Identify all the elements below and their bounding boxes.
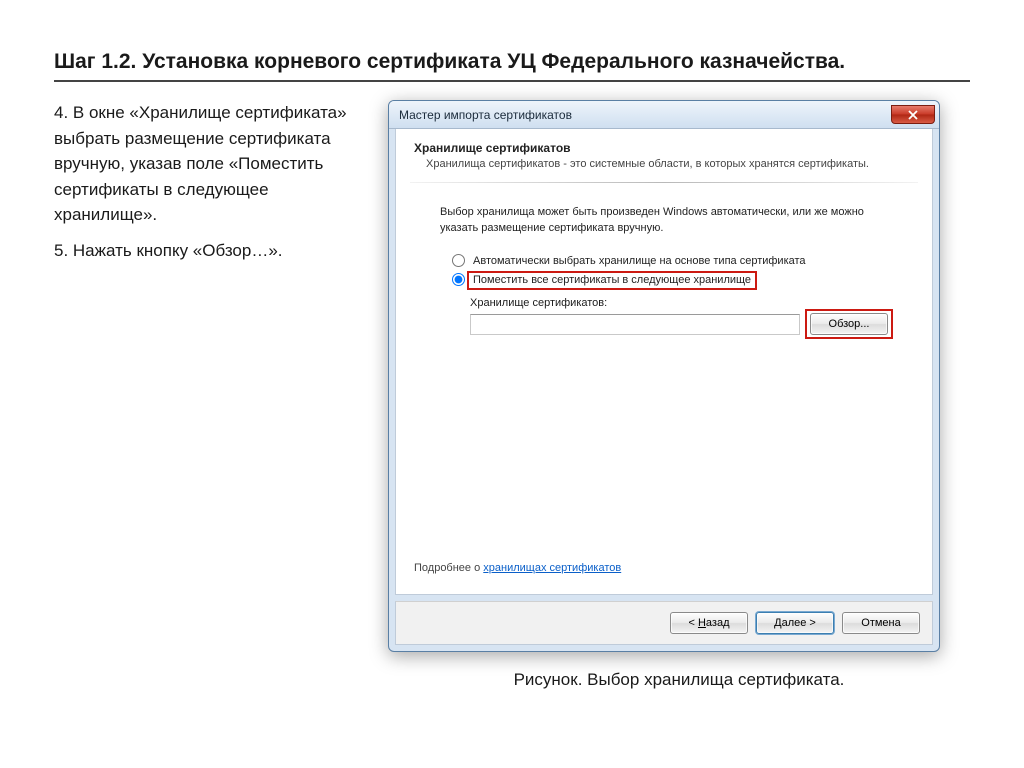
- choice-intro: Выбор хранилища может быть произведен Wi…: [396, 205, 932, 251]
- title-divider: [54, 80, 970, 82]
- learn-more-prefix: Подробнее о: [414, 562, 483, 574]
- radio-manual-label: Поместить все сертификаты в следующее хр…: [467, 271, 757, 290]
- step-4-text: 4. В окне «Хранилище сертификата» выбрат…: [54, 100, 364, 228]
- instruction-steps: 4. В окне «Хранилище сертификата» выбрат…: [54, 100, 364, 273]
- step-5-text: 5. Нажать кнопку «Обзор…».: [54, 238, 364, 264]
- browse-button[interactable]: Обзор...: [810, 313, 888, 335]
- store-path-input[interactable]: [470, 314, 800, 335]
- close-icon: [908, 110, 918, 120]
- certificate-wizard-dialog: Мастер импорта сертификатов Хранилище се…: [388, 100, 970, 652]
- divider: [410, 182, 918, 183]
- next-button[interactable]: Далее >: [756, 612, 834, 634]
- cancel-button[interactable]: Отмена: [842, 612, 920, 634]
- learn-more-row: Подробнее о хранилищах сертификатов: [396, 562, 932, 584]
- radio-manual-input[interactable]: [452, 273, 465, 286]
- section-subtext: Хранилища сертификатов - это системные о…: [396, 157, 932, 178]
- learn-more-link[interactable]: хранилищах сертификатов: [483, 562, 621, 574]
- figure-caption: Рисунок. Выбор хранилища сертификата.: [388, 670, 970, 690]
- store-field-label: Хранилище сертификатов:: [470, 297, 888, 309]
- back-button[interactable]: < Назад: [670, 612, 748, 634]
- titlebar[interactable]: Мастер импорта сертификатов: [389, 101, 939, 129]
- radio-auto-label: Автоматически выбрать хранилище на основ…: [473, 255, 806, 267]
- radio-auto-input[interactable]: [452, 254, 465, 267]
- radio-auto-select[interactable]: Автоматически выбрать хранилище на основ…: [396, 251, 932, 270]
- section-header: Хранилище сертификатов: [396, 141, 932, 157]
- dialog-footer: < Назад Далее > Отмена: [395, 601, 933, 645]
- page-title: Шаг 1.2. Установка корневого сертификата…: [54, 48, 970, 76]
- window-title: Мастер импорта сертификатов: [399, 108, 572, 122]
- close-button[interactable]: [891, 105, 935, 124]
- radio-manual-select[interactable]: Поместить все сертификаты в следующее хр…: [396, 270, 932, 289]
